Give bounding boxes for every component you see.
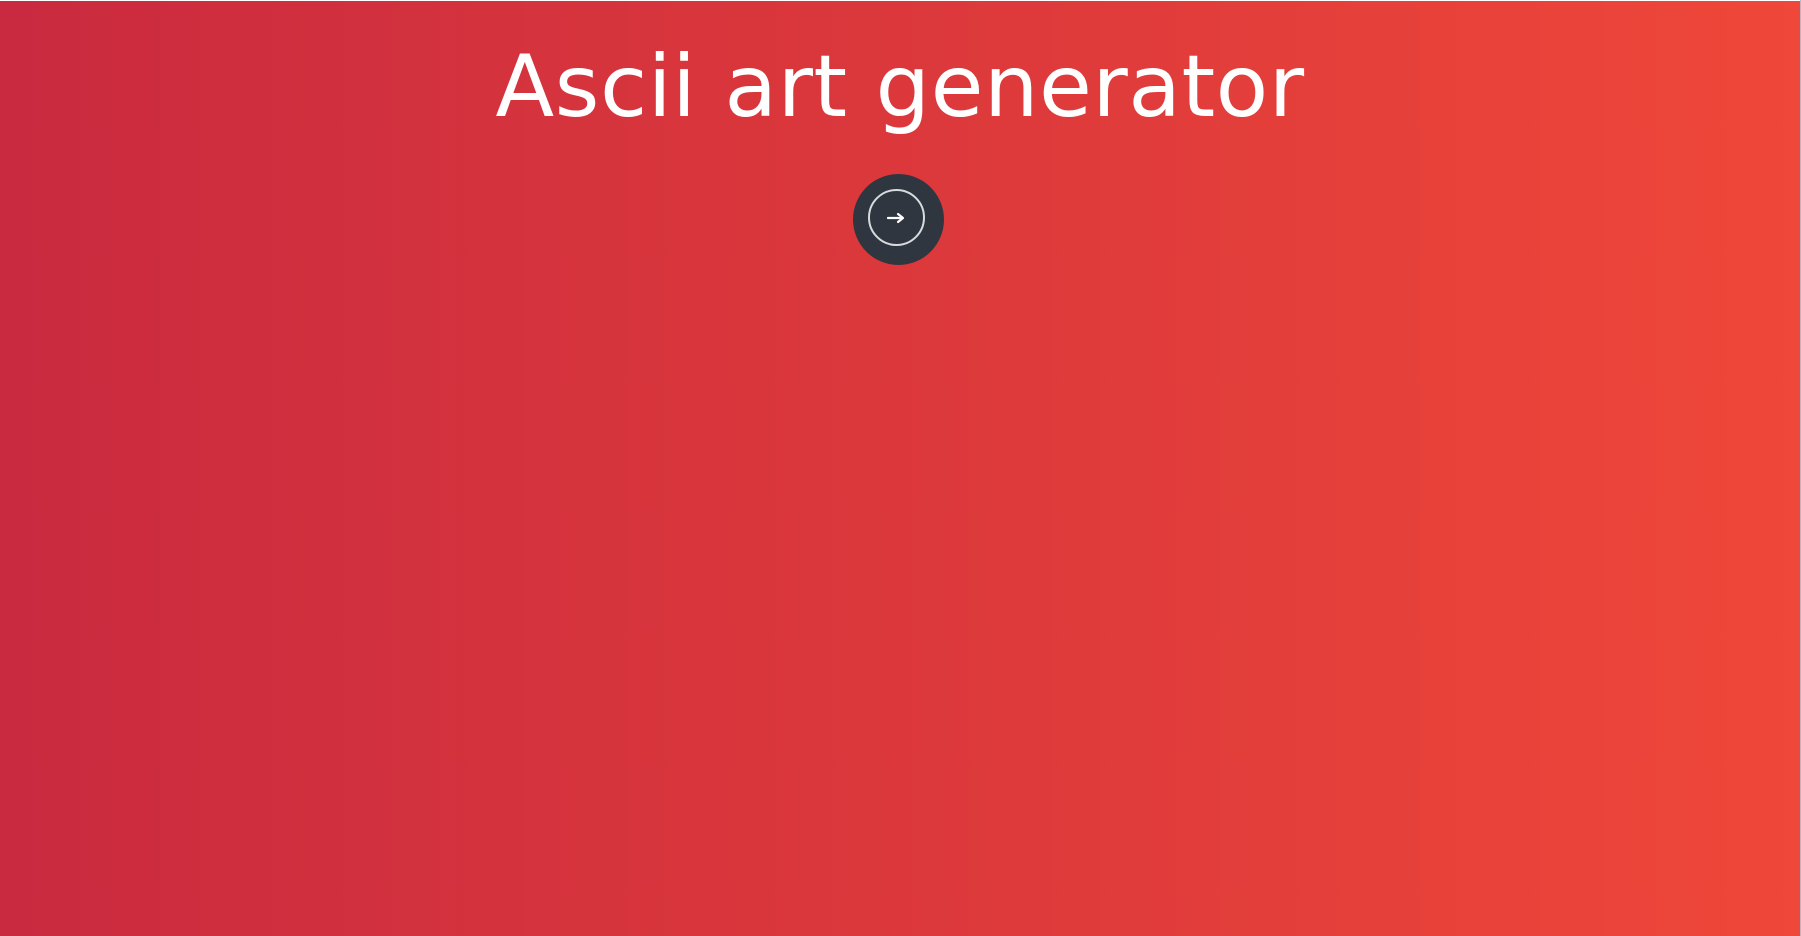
start-button[interactable] bbox=[853, 174, 944, 265]
start-button-ring bbox=[868, 189, 925, 246]
hero-section: Ascii art generator bbox=[0, 1, 1800, 936]
viewport: Ascii art generator bbox=[0, 0, 1801, 936]
arrow-right-icon bbox=[886, 212, 904, 223]
page-title: Ascii art generator bbox=[495, 37, 1305, 137]
